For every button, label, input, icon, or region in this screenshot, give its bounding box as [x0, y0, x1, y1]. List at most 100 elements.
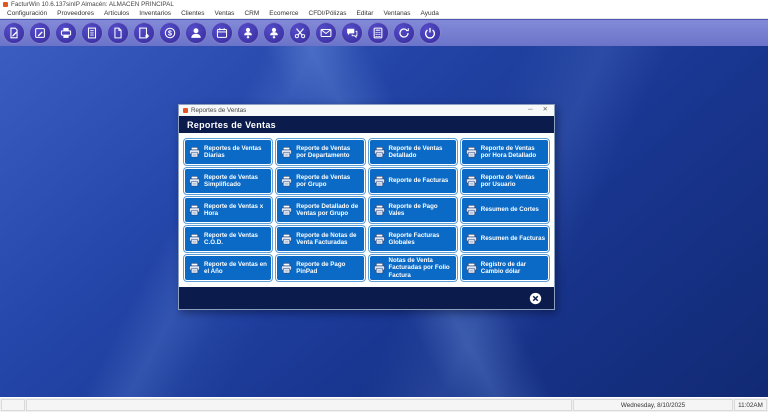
- printer-icon: [280, 262, 293, 275]
- status-panel-main: [26, 399, 572, 411]
- printer-icon: [188, 204, 201, 217]
- status-panel-left: [1, 399, 25, 411]
- report-button-label: Registro de dar Cambio dólar: [480, 260, 527, 275]
- menu-articulos[interactable]: Artículos: [99, 10, 134, 17]
- report-button-label: Reporte de Ventas por Departamento: [296, 144, 351, 159]
- dialog-header: Reportes de Ventas: [179, 116, 554, 133]
- report-button-resumen-de-cortes[interactable]: Resumen de Cortes: [460, 197, 549, 223]
- printer-icon: [373, 146, 386, 159]
- document-edit-toolbar-button[interactable]: [3, 22, 25, 44]
- scissors-toolbar-button[interactable]: [289, 22, 311, 44]
- report-button-label: Reporte Facturas Globales: [388, 231, 440, 246]
- report-button-reporte-de-pago-vales[interactable]: Reporte de Pago Vales: [368, 197, 457, 223]
- chat-icon: [345, 26, 359, 40]
- report-buttons-grid: Reportes de Ventas Diarias Reporte de Ven…: [184, 139, 549, 281]
- document-add-toolbar-button[interactable]: [133, 22, 155, 44]
- money-coin-icon: [163, 26, 177, 40]
- printer-icon: [373, 204, 386, 217]
- calculator-toolbar-button[interactable]: [367, 22, 389, 44]
- report-button-reporte-de-ventas-por-departamento[interactable]: Reporte de Ventas por Departamento: [276, 139, 365, 165]
- window-title: FacturWin 10.6.137sinIP Almacén: ALMACEN…: [11, 1, 174, 8]
- user-import-icon: [241, 26, 255, 40]
- power-toolbar-button[interactable]: [419, 22, 441, 44]
- document-report-icon: [85, 26, 99, 40]
- sync-icon: [397, 26, 411, 40]
- application-window: FacturWin 10.6.137sinIP Almacén: ALMACEN…: [0, 0, 768, 412]
- calculator-icon: [371, 26, 385, 40]
- menu-ventanas[interactable]: Ventanas: [378, 10, 415, 17]
- printer-icon: [280, 204, 293, 217]
- app-icon: [3, 2, 8, 7]
- report-button-reporte-de-ventas-c-o-d[interactable]: Reporte de Ventas C.O.D.: [184, 226, 273, 252]
- report-button-reporte-de-notas-de-venta-facturadas[interactable]: Reporte de Notas de Venta Facturadas: [276, 226, 365, 252]
- report-button-reporte-de-ventas-por-grupo[interactable]: Reporte de Ventas por Grupo: [276, 168, 365, 194]
- report-button-label: Reporte de Facturas: [388, 177, 449, 185]
- report-button-label: Reporte de Ventas Simplificado: [204, 173, 258, 188]
- report-button-label: Reportes de Ventas Diarias: [204, 144, 262, 159]
- cash-register-icon: [59, 26, 73, 40]
- chat-toolbar-button[interactable]: [341, 22, 363, 44]
- menu-proveedores[interactable]: Proveedores: [52, 10, 99, 17]
- menu-inventarios[interactable]: Inventarios: [134, 10, 176, 17]
- report-button-notas-de-venta-facturadas-por-folio-factura[interactable]: Notas de Venta Facturadas por Folio Fact…: [368, 255, 457, 281]
- report-button-label: Reporte Detallado de Ventas por Grupo: [296, 202, 359, 217]
- report-button-reporte-de-ventas-en-el-ano[interactable]: Reporte de Ventas en el Año: [184, 255, 273, 281]
- reportes-de-ventas-dialog: Reportes de Ventas ─ ✕ Reportes de Venta…: [178, 104, 555, 310]
- report-button-reportes-de-ventas-diarias[interactable]: Reportes de Ventas Diarias: [184, 139, 273, 165]
- menu-configuracion[interactable]: Configuración: [2, 10, 52, 17]
- document-toolbar-button[interactable]: [107, 22, 129, 44]
- report-button-reporte-detallado-de-ventas-por-grupo[interactable]: Reporte Detallado de Ventas por Grupo: [276, 197, 365, 223]
- printer-icon: [465, 146, 478, 159]
- printer-icon: [280, 233, 293, 246]
- window-titlebar: FacturWin 10.6.137sinIP Almacén: ALMACEN…: [0, 0, 768, 9]
- email-icon: [319, 26, 333, 40]
- power-icon: [423, 26, 437, 40]
- user-import-toolbar-button[interactable]: [237, 22, 259, 44]
- desktop: Reportes de Ventas ─ ✕ Reportes de Venta…: [0, 46, 768, 397]
- minimize-icon[interactable]: ─: [528, 107, 533, 114]
- report-button-label: Reporte de Ventas por Usuario: [480, 173, 535, 188]
- printer-icon: [188, 146, 201, 159]
- report-button-reporte-de-pago-pinpad[interactable]: Reporte de Pago PinPad: [276, 255, 365, 281]
- dialog-title: Reportes de Ventas: [191, 107, 247, 114]
- money-coin-toolbar-button[interactable]: [159, 22, 181, 44]
- report-button-reporte-de-ventas-por-usuario[interactable]: Reporte de Ventas por Usuario: [460, 168, 549, 194]
- close-icon[interactable]: ✕: [543, 107, 548, 114]
- report-button-reporte-de-ventas-por-hora-detallado[interactable]: Reporte de Ventas por Hora Detallado: [460, 139, 549, 165]
- customer-toolbar-button[interactable]: [185, 22, 207, 44]
- printer-icon: [465, 233, 478, 246]
- menu-cfdi-polizas[interactable]: CFDI/Pólizas: [304, 10, 352, 17]
- menu-ventas[interactable]: Ventas: [210, 10, 240, 17]
- cash-register-toolbar-button[interactable]: [55, 22, 77, 44]
- printer-icon: [188, 175, 201, 188]
- note-edit-toolbar-button[interactable]: [29, 22, 51, 44]
- report-button-resumen-de-facturas[interactable]: Resumen de Facturas: [460, 226, 549, 252]
- report-button-reporte-de-ventas-simplificado[interactable]: Reporte de Ventas Simplificado: [184, 168, 273, 194]
- report-button-label: Reporte de Ventas por Grupo: [296, 173, 351, 188]
- report-button-registro-de-dar-cambio-dolar[interactable]: Registro de dar Cambio dólar: [460, 255, 549, 281]
- report-button-reporte-de-facturas[interactable]: Reporte de Facturas: [368, 168, 457, 194]
- dialog-header-title: Reportes de Ventas: [187, 119, 276, 130]
- printer-icon: [280, 175, 293, 188]
- printer-icon: [373, 175, 386, 188]
- menu-editar[interactable]: Editar: [351, 10, 378, 17]
- report-button-reporte-de-ventas-detallado[interactable]: Reporte de Ventas Detallado: [368, 139, 457, 165]
- report-button-label: Notas de Venta Facturadas por Folio Fact…: [388, 256, 450, 279]
- menu-ecomerce[interactable]: Ecomerce: [264, 10, 303, 17]
- sync-toolbar-button[interactable]: [393, 22, 415, 44]
- note-edit-icon: [33, 26, 47, 40]
- customer-icon: [189, 26, 203, 40]
- menu-ayuda[interactable]: Ayuda: [416, 10, 444, 17]
- menu-clientes[interactable]: Clientes: [176, 10, 209, 17]
- menu-bar: Configuración Proveedores Artículos Inventa…: [0, 9, 768, 19]
- email-toolbar-button[interactable]: [315, 22, 337, 44]
- user-import-alt-toolbar-button[interactable]: [263, 22, 285, 44]
- dialog-titlebar[interactable]: Reportes de Ventas ─ ✕: [179, 105, 554, 116]
- dialog-close-button[interactable]: [529, 292, 542, 305]
- report-button-reporte-de-ventas-x-hora[interactable]: Reporte de Ventas x Hora: [184, 197, 273, 223]
- menu-crm[interactable]: CRM: [239, 10, 264, 17]
- report-button-reporte-facturas-globales[interactable]: Reporte Facturas Globales: [368, 226, 457, 252]
- document-report-toolbar-button[interactable]: [81, 22, 103, 44]
- dialog-window-controls: ─ ✕: [528, 107, 550, 114]
- calendar-toolbar-button[interactable]: [211, 22, 233, 44]
